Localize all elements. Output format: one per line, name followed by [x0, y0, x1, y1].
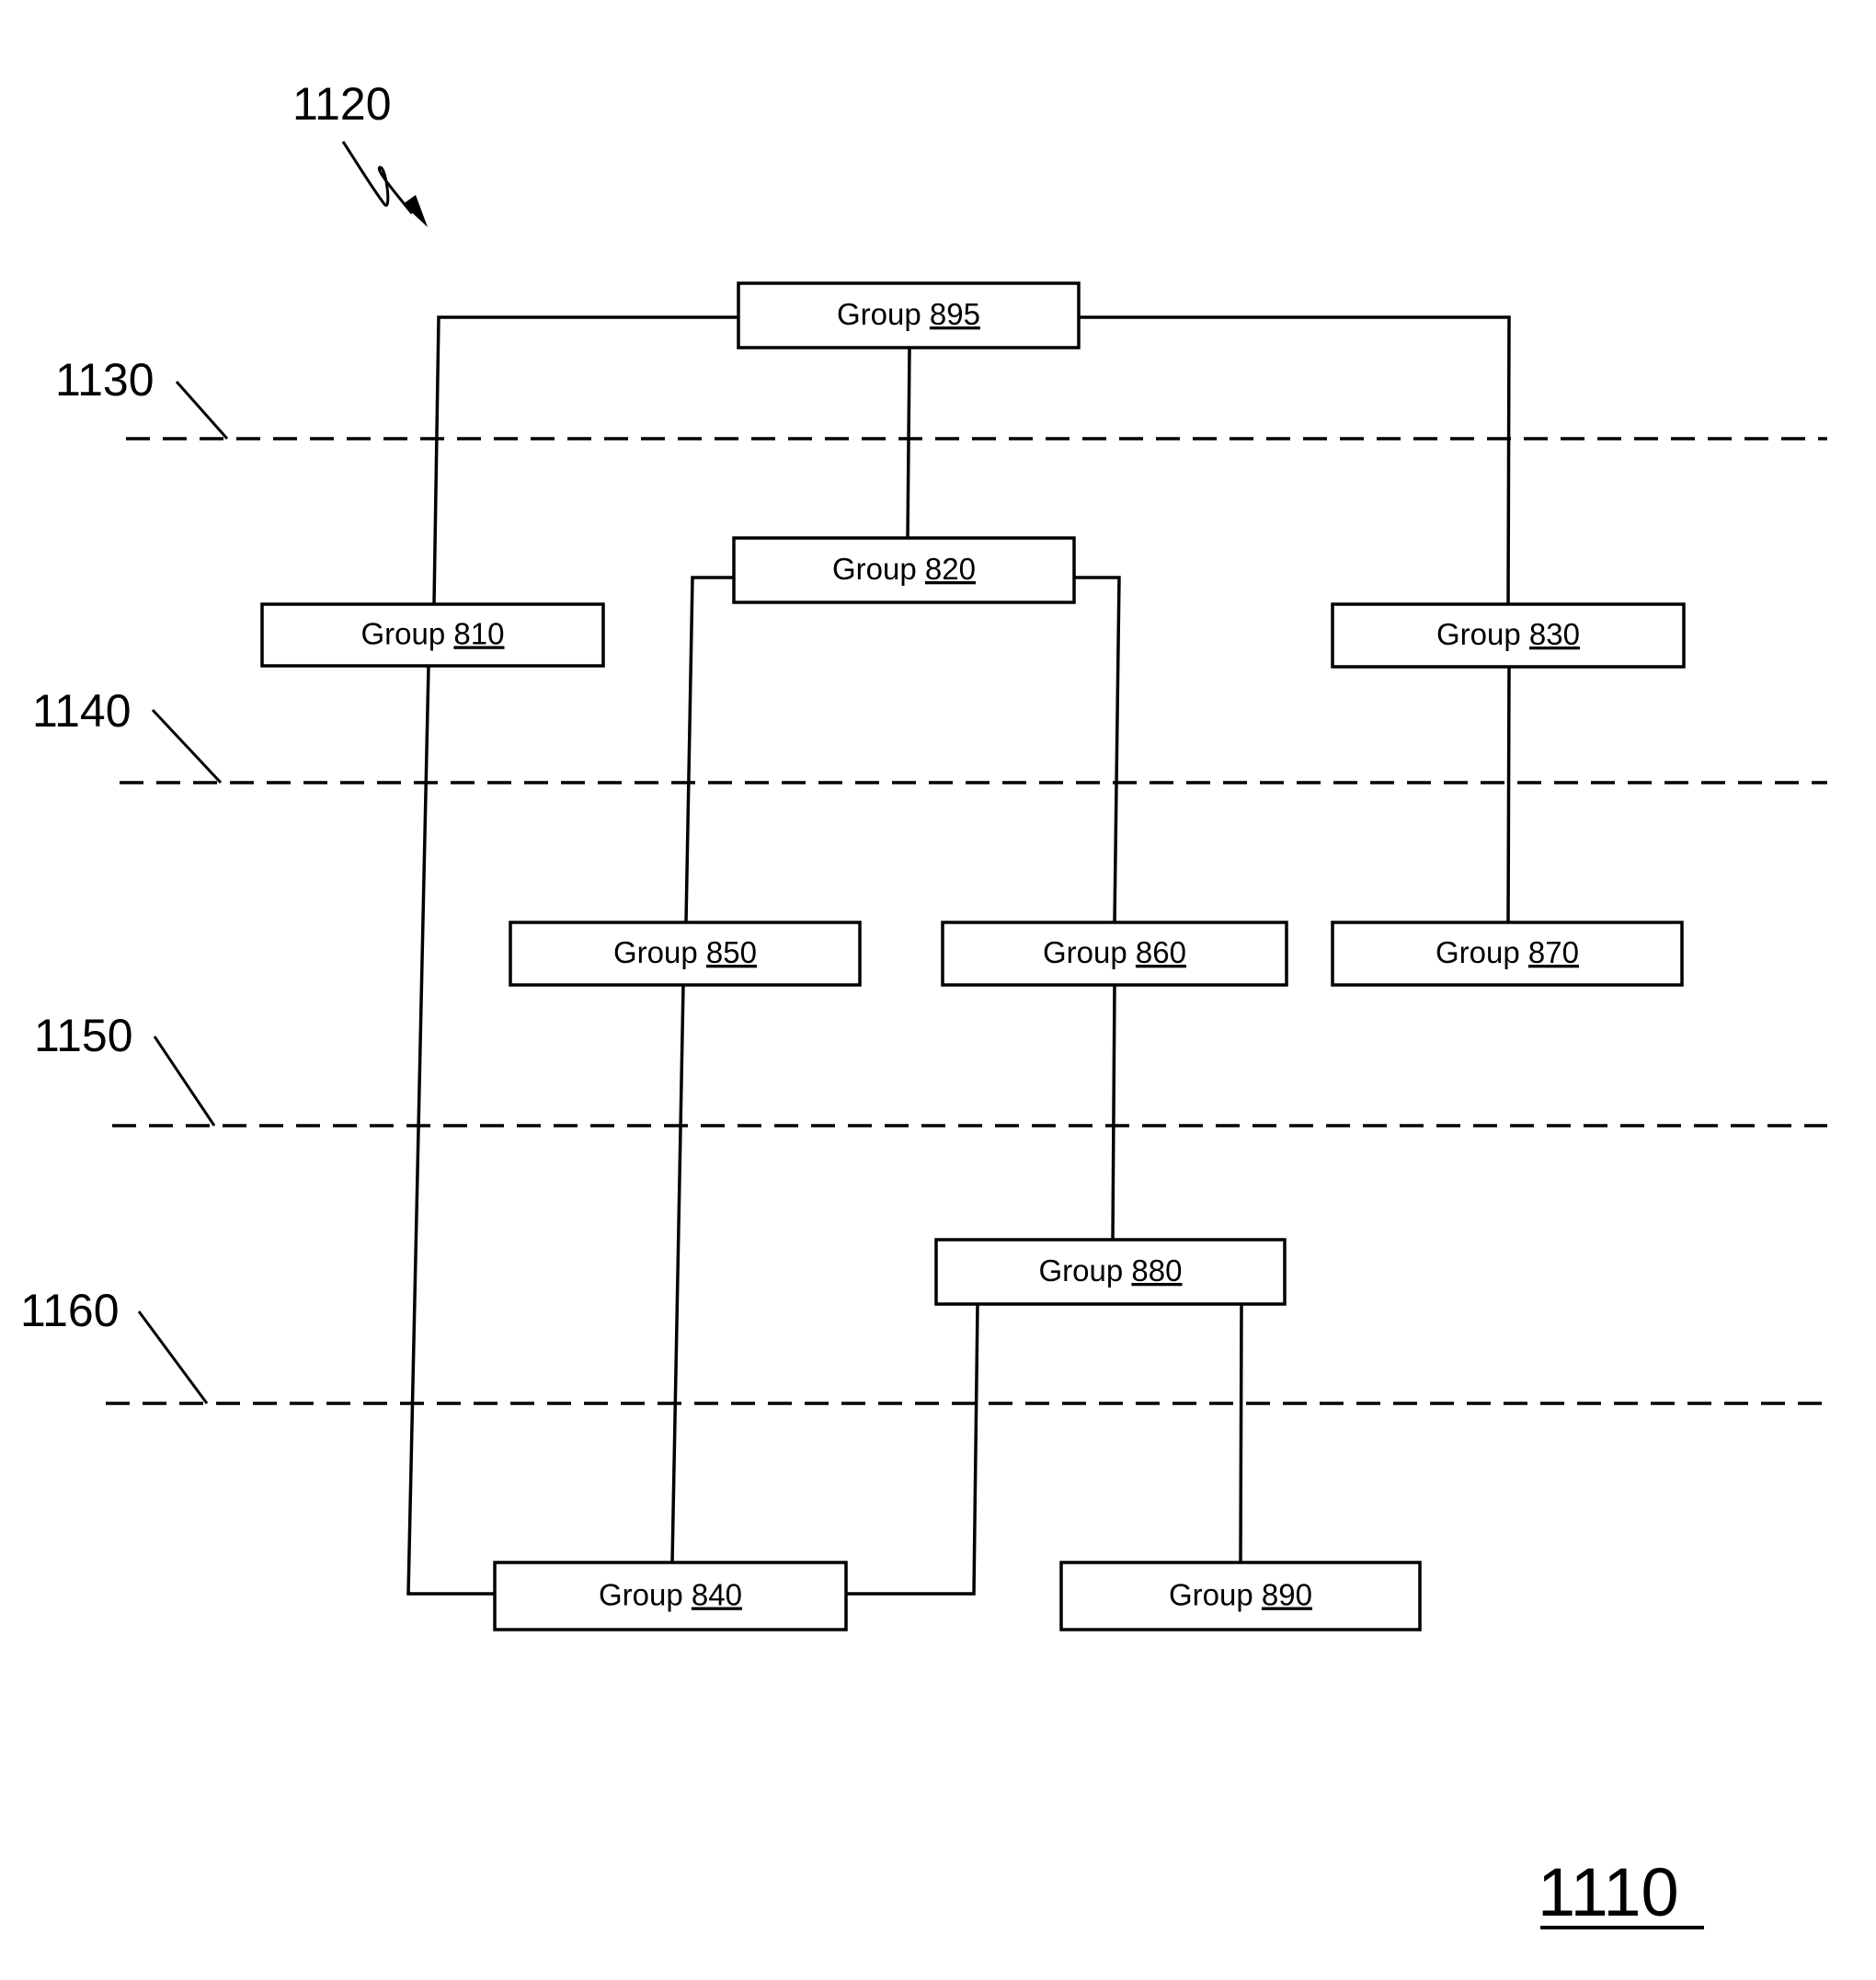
edge-820-860	[1074, 576, 1121, 923]
group-box-840: Group 840	[493, 1561, 848, 1631]
group-box-810: Group 810	[260, 602, 605, 668]
group-label: Group 810	[361, 617, 505, 651]
group-label: Group 840	[599, 1578, 742, 1612]
group-label: Group 860	[1043, 935, 1186, 969]
group-label-number: 810	[453, 617, 504, 651]
group-label-prefix: Group	[599, 1578, 683, 1612]
level-line-1140: 1140	[32, 685, 1827, 784]
group-label-prefix: Group	[837, 297, 921, 331]
group-label: Group 890	[1169, 1578, 1312, 1612]
group-label-prefix: Group	[361, 617, 446, 651]
group-label: Group 870	[1436, 935, 1579, 969]
group-label: Group 830	[1436, 617, 1580, 651]
edge-880-840	[846, 1303, 979, 1596]
group-box-830: Group 830	[1331, 602, 1686, 669]
group-label-number: 870	[1528, 935, 1579, 969]
level-label-1160: 1160	[20, 1285, 120, 1336]
level-line-1130: 1130	[55, 354, 1827, 441]
group-label-number: 880	[1131, 1253, 1182, 1288]
group-label-prefix: Group	[1043, 935, 1127, 969]
group-label-prefix: Group	[613, 935, 698, 969]
group-box-870: Group 870	[1331, 921, 1684, 987]
edge-830-870	[1506, 666, 1511, 923]
edge-860-880	[1111, 984, 1116, 1241]
group-label-number: 895	[930, 297, 980, 331]
group-label-number: 860	[1136, 935, 1186, 969]
group-label: Group 850	[613, 935, 757, 969]
group-label: Group 880	[1039, 1253, 1183, 1288]
edge-895-820	[906, 347, 911, 539]
group-label-number: 850	[706, 935, 757, 969]
edge-895-830	[1079, 315, 1511, 605]
group-label: Group 820	[832, 552, 976, 586]
level-label-1150: 1150	[34, 1010, 133, 1061]
group-label-prefix: Group	[1436, 617, 1521, 651]
level-label-1130: 1130	[55, 354, 154, 406]
group-hierarchy-diagram: 1120 1130 1140 1150 1160 Group 895Group …	[20, 78, 1827, 1930]
group-box-820: Group 820	[732, 536, 1076, 604]
group-label-number: 890	[1262, 1578, 1312, 1612]
figure-reference-1110: 1110	[1538, 1854, 1679, 1930]
edge-820-850	[684, 576, 734, 923]
group-label-number: 840	[692, 1578, 742, 1612]
level-line-1160: 1160	[20, 1285, 1827, 1405]
group-label: Group 895	[837, 297, 980, 331]
group-box-860: Group 860	[941, 921, 1288, 987]
group-box-880: Group 880	[934, 1238, 1287, 1306]
squiggle-arrow-icon	[341, 141, 428, 227]
group-label-number: 820	[925, 552, 976, 586]
level-label-1140: 1140	[32, 685, 132, 737]
edge-895-810	[432, 315, 738, 605]
group-label-prefix: Group	[832, 552, 917, 586]
group-label-number: 830	[1529, 617, 1580, 651]
group-box-850: Group 850	[509, 921, 862, 987]
pointer-label-1120: 1120	[292, 78, 392, 130]
group-label-prefix: Group	[1039, 1253, 1124, 1288]
edge-850-840	[670, 984, 685, 1563]
level-line-1150: 1150	[34, 1010, 1827, 1127]
group-box-890: Group 890	[1059, 1561, 1422, 1631]
group-label-prefix: Group	[1436, 935, 1520, 969]
group-label-prefix: Group	[1169, 1578, 1253, 1612]
edge-810-840	[406, 665, 495, 1596]
group-box-895: Group 895	[737, 281, 1081, 349]
